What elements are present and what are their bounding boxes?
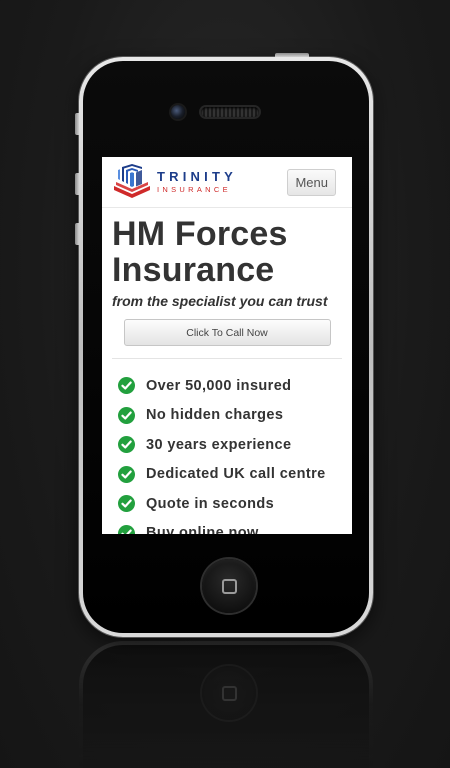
feature-item: 30 years experience [118, 430, 352, 460]
check-circle-icon [118, 377, 135, 395]
feature-text: 30 years experience [146, 436, 292, 453]
home-square-icon [221, 578, 237, 594]
page-title-line-1: HM Forces [112, 215, 288, 253]
reflection-face [83, 645, 369, 768]
feature-item: Buy online now [118, 519, 352, 534]
phone-screen: TRINITY INSURANCE Menu HM Forces Insuran… [102, 157, 352, 534]
hero-section: HM Forces Insurance from the specialist … [102, 208, 352, 346]
brand-tagline: INSURANCE [157, 185, 231, 195]
click-to-call-button[interactable]: Click To Call Now [123, 319, 331, 346]
hero-subtitle: from the specialist you can trust [112, 293, 328, 309]
brand-name: TRINITY [157, 169, 237, 185]
feature-item: Dedicated UK call centre [118, 460, 352, 490]
stage: TRINITY INSURANCE Menu HM Forces Insuran… [0, 0, 450, 768]
feature-list: Over 50,000 insured No hidden charges 30… [102, 359, 352, 534]
earpiece-speaker [201, 107, 259, 117]
home-square-icon [221, 685, 237, 701]
feature-text: Dedicated UK call centre [146, 466, 326, 483]
check-circle-icon [118, 406, 135, 424]
logo-cube-icon [114, 164, 150, 198]
front-camera-icon [171, 105, 185, 119]
site-header: TRINITY INSURANCE Menu [102, 157, 352, 208]
check-circle-icon [118, 495, 135, 513]
mute-switch[interactable] [75, 113, 79, 135]
feature-item: Quote in seconds [118, 489, 352, 519]
phone-reflection [79, 641, 373, 768]
feature-text: No hidden charges [146, 407, 284, 424]
brand-logo[interactable]: TRINITY INSURANCE [112, 164, 237, 200]
feature-text: Buy online now [146, 525, 259, 534]
check-circle-icon [118, 436, 135, 454]
power-button[interactable] [275, 53, 309, 57]
check-circle-icon [118, 524, 135, 534]
check-circle-icon [118, 465, 135, 483]
home-button-reflection [202, 666, 256, 720]
volume-up-button[interactable] [75, 173, 79, 195]
feature-text: Quote in seconds [146, 495, 275, 512]
volume-down-button[interactable] [75, 223, 79, 245]
menu-button[interactable]: Menu [287, 168, 336, 196]
feature-text: Over 50,000 insured [146, 377, 292, 394]
feature-item: No hidden charges [118, 401, 352, 431]
page-title-line-2: Insurance [112, 251, 275, 289]
page-title: HM Forces Insurance [112, 216, 342, 288]
logo-text: TRINITY INSURANCE [157, 170, 237, 194]
feature-item: Over 50,000 insured [118, 371, 352, 401]
home-button[interactable] [202, 559, 256, 613]
